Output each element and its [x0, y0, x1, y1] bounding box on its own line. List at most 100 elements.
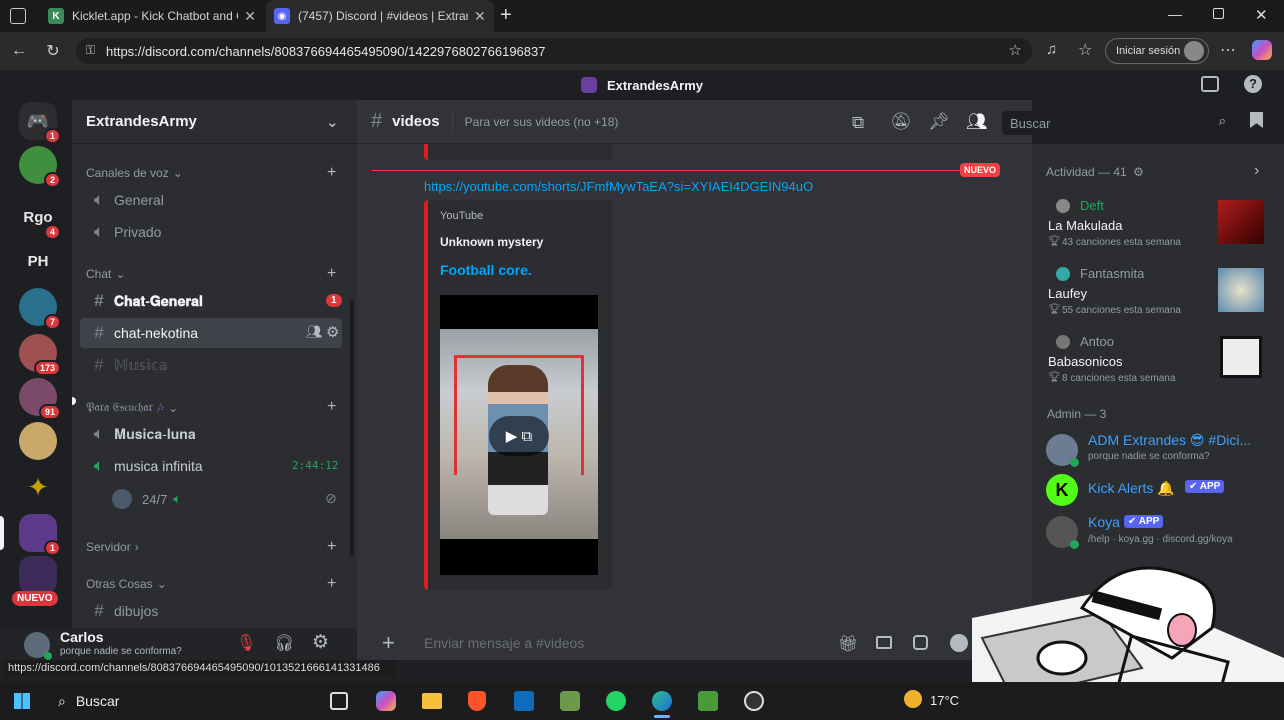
gif-icon[interactable]: [876, 636, 892, 649]
outlook-icon[interactable]: [514, 691, 534, 711]
edge-icon[interactable]: [652, 691, 672, 711]
category-chat[interactable]: Chat ⌄: [86, 267, 125, 281]
server-icon-ph[interactable]: PH: [19, 242, 57, 280]
voice-channel-musica-luna[interactable]: 🔈︎ 𝐌𝐮𝐬𝐢𝐜𝐚-𝐥𝐮𝐧𝐚: [80, 419, 342, 449]
add-channel-icon[interactable]: +: [327, 575, 336, 593]
text-channel-chat-nekotina[interactable]: # chat-nekotina 👥︎ ⚙: [80, 318, 342, 348]
activity-card-antoo[interactable]: Antoo Babasonicos 🏆︎ 8 canciones esta se…: [1046, 332, 1276, 390]
add-channel-icon[interactable]: +: [327, 398, 336, 416]
taskbar-search[interactable]: ⌕ Buscar: [48, 686, 308, 716]
address-bar[interactable]: ⚿ https://discord.com/channels/808376694…: [76, 38, 1032, 64]
member-adm-extrandes[interactable]: ADM Extrandes 😎 #Dici... porque nadie se…: [1046, 430, 1276, 470]
add-channel-icon[interactable]: +: [327, 265, 336, 283]
voice-user-row[interactable]: 24/7 🔈︎: [112, 489, 181, 509]
server-icon-4[interactable]: 7: [19, 288, 61, 330]
copilot-icon[interactable]: [1252, 40, 1272, 60]
activity-card-deft[interactable]: Deft La Makulada 🏆︎ 43 canciones esta se…: [1046, 196, 1276, 254]
reload-button[interactable]: ↻: [42, 40, 64, 62]
bookmark-icon[interactable]: [1250, 112, 1263, 128]
add-attachment-icon[interactable]: +: [382, 630, 395, 656]
category-otras-cosas[interactable]: Otras Cosas ⌄: [86, 577, 167, 591]
favorites-icon[interactable]: ☆: [1078, 40, 1092, 60]
maximize-button[interactable]: [1213, 8, 1224, 19]
member-kick-alerts[interactable]: K Kick Alerts 🔔 ✔ APP: [1046, 472, 1276, 508]
category-voice[interactable]: Canales de voz ⌄: [86, 166, 183, 180]
add-channel-icon[interactable]: +: [327, 164, 336, 182]
tab-close-icon[interactable]: ✕: [474, 8, 486, 25]
sticker-icon[interactable]: [913, 635, 928, 650]
site-info-icon[interactable]: ⚿: [86, 43, 95, 58]
server-icon-10[interactable]: [19, 556, 57, 594]
user-name[interactable]: Carlos: [60, 629, 104, 645]
extensions-icon[interactable]: ♫: [1046, 41, 1057, 58]
activity-header[interactable]: Actividad — 41 ⚙: [1046, 165, 1144, 179]
new-tab-button[interactable]: +: [500, 4, 512, 27]
voice-channel-general[interactable]: 🔈︎ General: [80, 185, 342, 215]
notification-mute-icon[interactable]: 🔕︎: [890, 112, 912, 132]
message-link[interactable]: https://youtube.com/shorts/JFmfMywTaEA?s…: [424, 179, 813, 194]
invite-icon[interactable]: 👥︎: [306, 324, 323, 340]
server-icon-5[interactable]: 173: [19, 334, 61, 376]
emoji-icon[interactable]: [950, 634, 968, 652]
text-channel-chat-general[interactable]: # 𝐂𝐡𝐚𝐭-𝐆𝐞𝐧𝐞𝐫𝐚𝐥 1: [80, 286, 342, 316]
member-koya[interactable]: Koya ✔ APP /help · koya.gg · discord.gg/…: [1046, 512, 1276, 552]
server-icon-1[interactable]: 2: [19, 146, 61, 188]
gear-icon[interactable]: ⚙: [326, 323, 339, 341]
category-para-escuchar[interactable]: 𝔓𝔞𝔯𝔞 𝔈𝔰𝔠𝔲𝔠𝔥𝔞𝔯 🎶︎ ⌄: [86, 400, 178, 415]
copilot-taskbar-icon[interactable]: [376, 691, 396, 711]
member-list-icon[interactable]: 👥︎: [966, 112, 988, 132]
server-header[interactable]: ExtrandesArmy ⌄: [72, 100, 357, 144]
video-thumbnail[interactable]: ▶ ⧉: [440, 295, 598, 575]
server-icon-rgo[interactable]: Rgo 4: [19, 198, 61, 240]
voice-channel-privado[interactable]: 🔈︎ Privado: [80, 217, 342, 247]
task-view-icon[interactable]: [330, 692, 348, 710]
direct-messages-button[interactable]: 🎮 1: [19, 102, 61, 144]
gift-icon[interactable]: 🎁︎: [838, 634, 858, 654]
file-explorer-icon[interactable]: [422, 693, 442, 709]
headphones-icon[interactable]: 🎧︎: [274, 633, 294, 653]
channel-scrollbar[interactable]: [350, 300, 354, 556]
server-icon-7[interactable]: [19, 422, 57, 460]
minecraft-icon[interactable]: [698, 691, 718, 711]
server-icon-6[interactable]: 91: [19, 378, 61, 420]
threads-icon[interactable]: ⧉: [852, 113, 864, 133]
brave-icon[interactable]: [468, 691, 486, 711]
browser-tab-discord[interactable]: ◉ (7457) Discord | #videos | Extrand ✕: [266, 0, 494, 32]
text-channel-dibujos[interactable]: # dibujos: [80, 596, 342, 626]
add-channel-icon[interactable]: +: [327, 538, 336, 556]
minimize-button[interactable]: —: [1168, 6, 1182, 22]
tab-actions-icon[interactable]: [10, 8, 26, 24]
weather-temperature[interactable]: 17°C: [930, 693, 959, 708]
server-icon-8[interactable]: ✦: [19, 468, 57, 506]
voice-channel-musica-infinita[interactable]: 🔈︎ musica infinita 2:44:12: [80, 451, 342, 481]
more-menu-icon[interactable]: ⋯: [1220, 40, 1236, 60]
pin-icon[interactable]: 📌︎: [928, 112, 950, 132]
gear-icon[interactable]: ⚙: [1133, 165, 1144, 179]
chevron-right-icon[interactable]: ›: [1254, 162, 1259, 180]
server-icon-extrandes[interactable]: 1: [19, 514, 61, 556]
whatsapp-icon[interactable]: [606, 691, 626, 711]
channel-topic[interactable]: Para ver sus videos (no +18): [465, 115, 619, 129]
obs-icon[interactable]: [744, 691, 764, 711]
tab-close-icon[interactable]: ✕: [244, 8, 256, 25]
browser-tab-kicklet[interactable]: K Kicklet.app - Kick Chatbot and Ov ✕: [40, 0, 264, 32]
message-composer[interactable]: + Enviar mensaje a #videos 🎁︎: [372, 628, 972, 658]
search-input[interactable]: Buscar ⌕: [1002, 111, 1234, 135]
embed-title[interactable]: Football core.: [440, 262, 532, 278]
category-servidor[interactable]: Servidor ›: [86, 540, 139, 554]
gear-icon[interactable]: ⚙: [312, 631, 329, 654]
text-channel-musica[interactable]: # 𝕄𝕦𝕤𝕚𝕔𝕒: [80, 350, 342, 380]
inbox-icon[interactable]: [1201, 76, 1219, 92]
mic-muted-icon[interactable]: 🎙︎: [236, 633, 256, 653]
app-icon[interactable]: [560, 691, 580, 711]
favorite-star-icon[interactable]: ☆: [1009, 41, 1022, 59]
start-button[interactable]: [14, 693, 30, 709]
new-servers-badge[interactable]: NUEVO: [12, 591, 58, 606]
signin-button[interactable]: Iniciar sesión: [1105, 38, 1209, 64]
embed-author[interactable]: Unknown mystery: [440, 235, 543, 249]
back-button[interactable]: ←: [8, 40, 30, 62]
close-window-button[interactable]: ✕: [1255, 6, 1268, 24]
play-button[interactable]: ▶ ⧉: [489, 416, 549, 456]
activity-card-fantasmita[interactable]: Fantasmita Laufey 🏆︎ 55 canciones esta s…: [1046, 264, 1276, 322]
help-icon[interactable]: ?: [1244, 75, 1262, 93]
